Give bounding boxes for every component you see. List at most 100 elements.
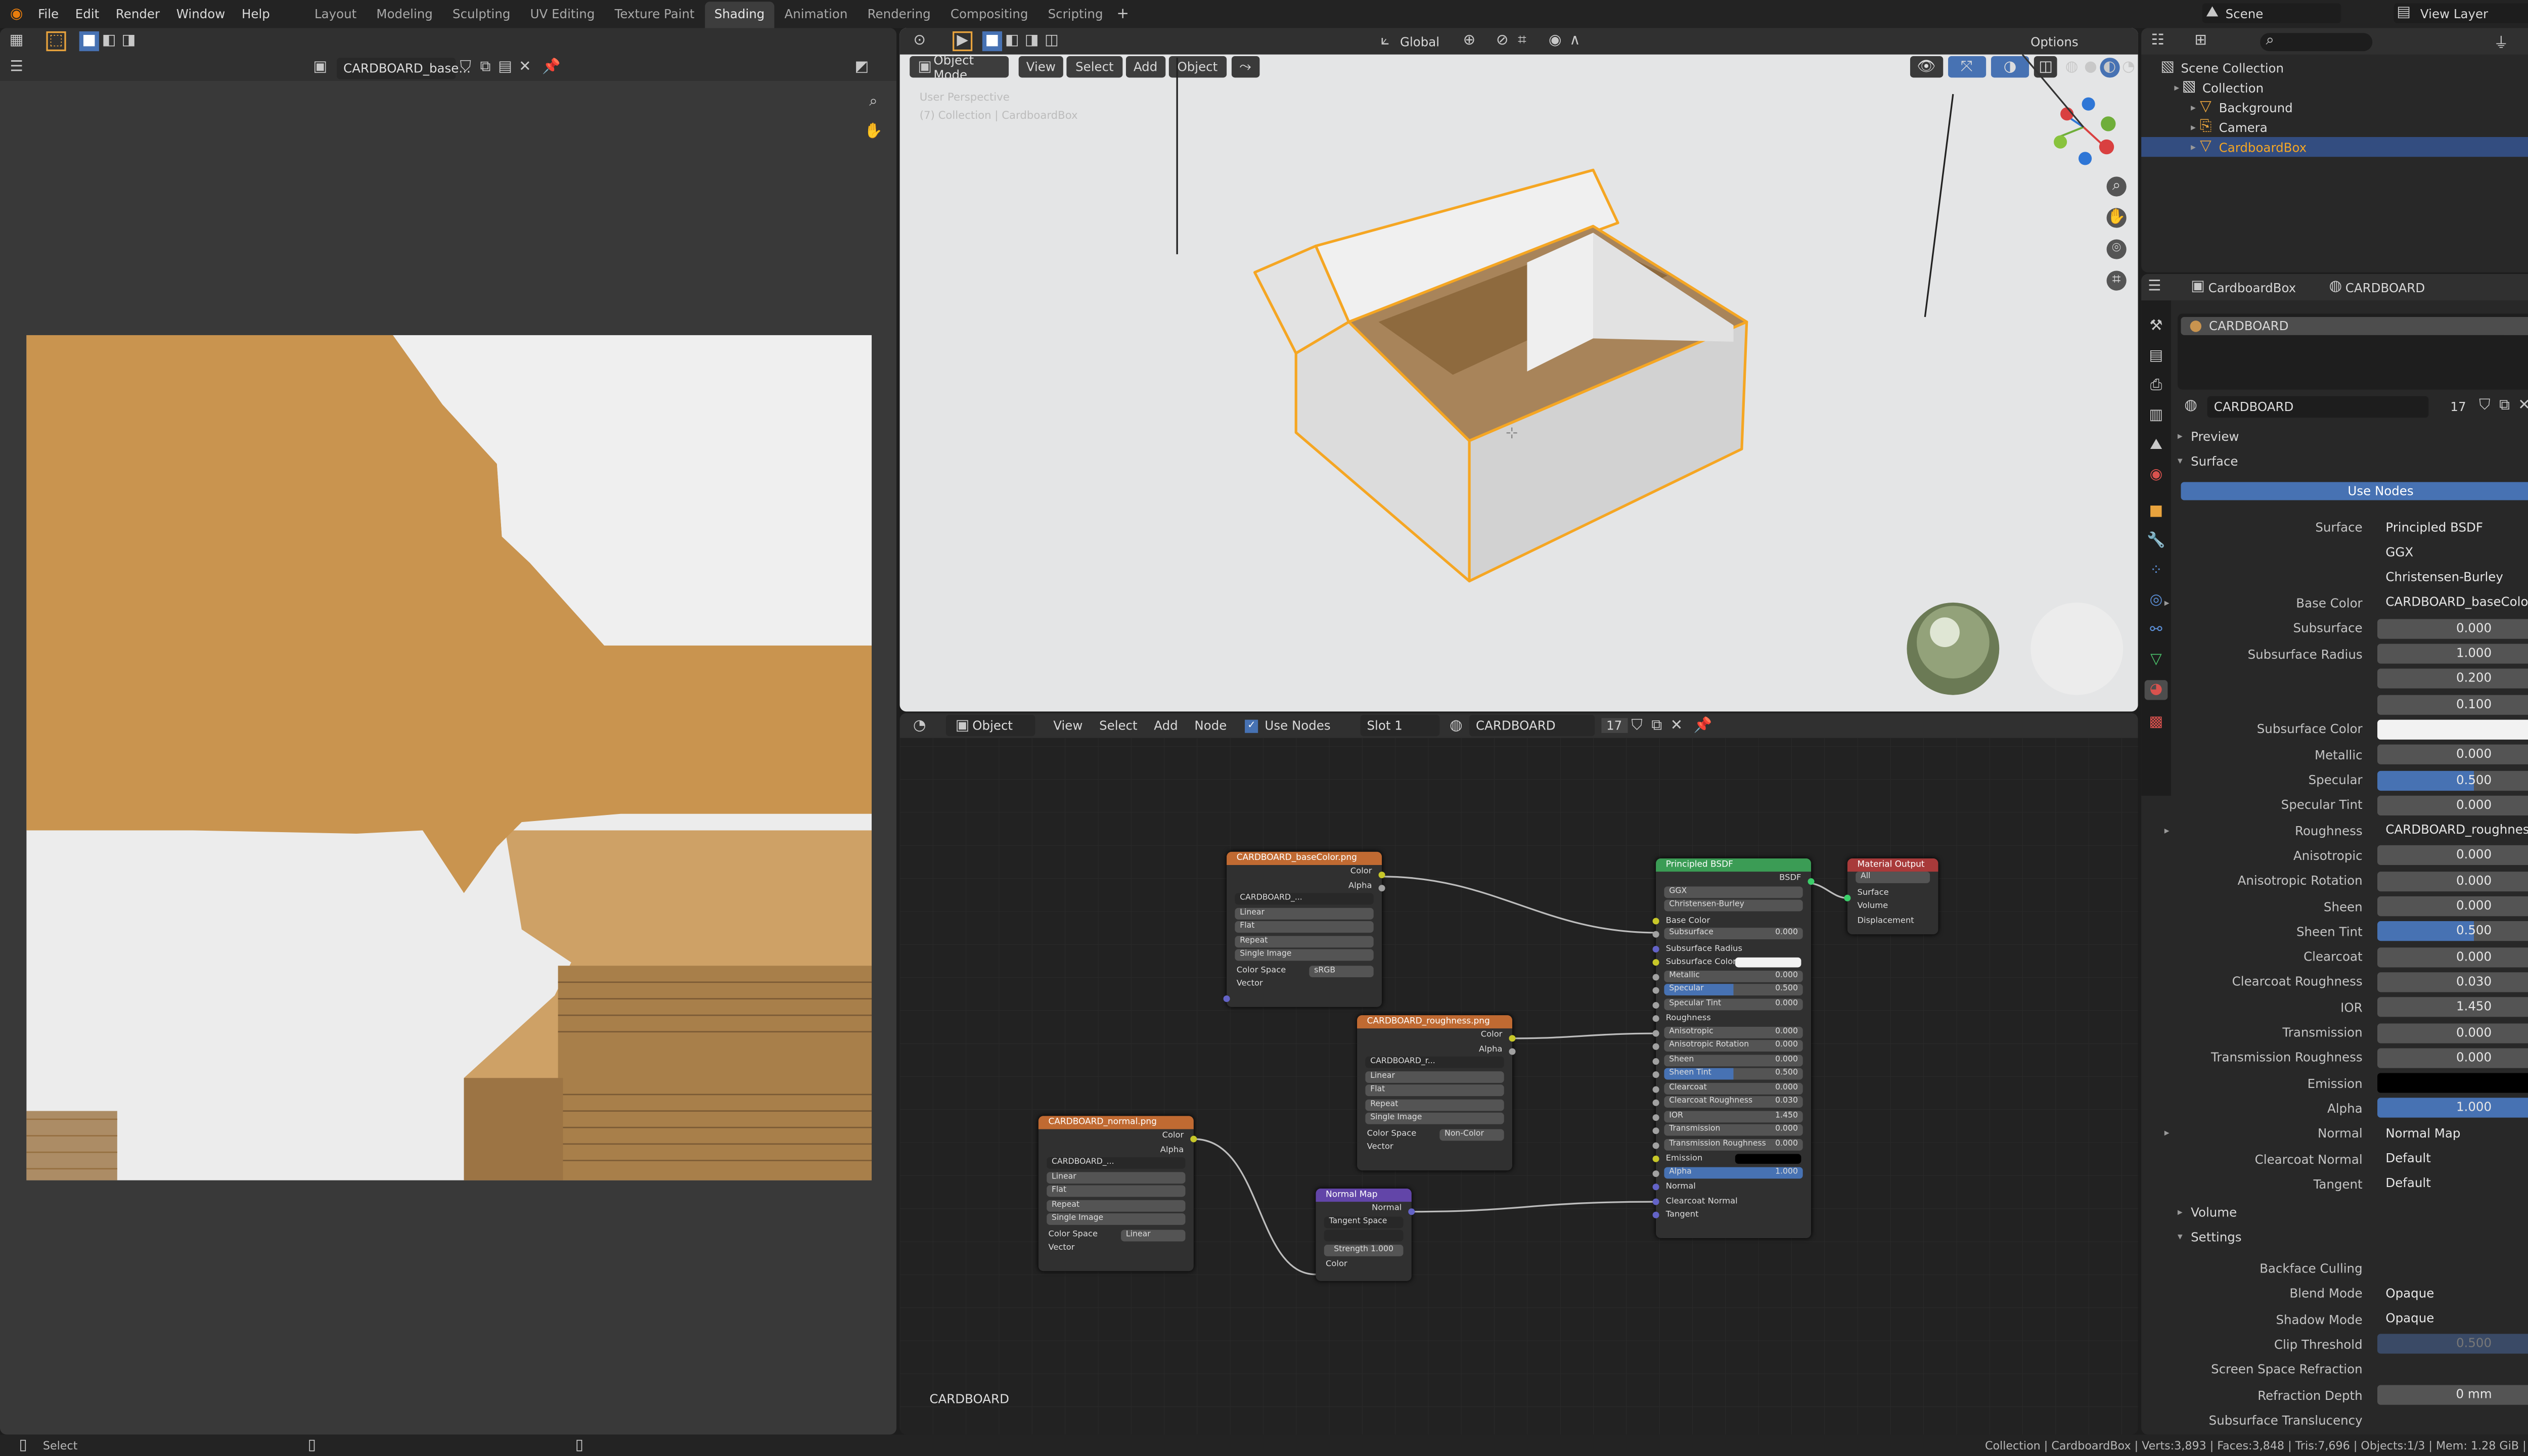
display-mode-icon[interactable]: ⊞: [2191, 31, 2210, 51]
bsdf-input-row[interactable]: Transmission Roughness 0.000: [1652, 1138, 1811, 1152]
workspace-tab-shading[interactable]: Shading: [704, 2, 775, 28]
bsdf-input-row[interactable]: Anisotropic 0.000: [1652, 1026, 1811, 1040]
socket[interactable]: [1808, 878, 1815, 885]
menu-icon[interactable]: ☰: [7, 58, 26, 77]
workspace-tab-modeling[interactable]: Modeling: [367, 2, 443, 28]
unlink-material-icon[interactable]: ✕: [2514, 396, 2528, 416]
blender-logo-icon[interactable]: ◉: [7, 4, 26, 24]
socket[interactable]: [1844, 894, 1851, 901]
bsdf-input-row[interactable]: Clearcoat Roughness 0.030: [1652, 1096, 1811, 1110]
fake-user-icon[interactable]: ⛉: [456, 58, 475, 77]
property-field[interactable]: 0.500: [2377, 770, 2528, 790]
scene-tab-icon[interactable]: ⛰: [2146, 436, 2166, 456]
property-field[interactable]: [2377, 1073, 2528, 1093]
socket[interactable]: [1652, 1155, 1659, 1162]
volume-panel-header[interactable]: ▸ Volume: [2178, 1205, 2237, 1220]
property-field[interactable]: 0.000: [2377, 618, 2528, 639]
bsdf-input-row[interactable]: Sheen 0.000: [1652, 1054, 1811, 1068]
bsdf-input-row[interactable]: Base Color: [1652, 914, 1811, 928]
settings-panel-header[interactable]: ▾ Settings: [2178, 1230, 2242, 1245]
pin-icon[interactable]: 📌: [541, 58, 561, 77]
bsdf-input-slider[interactable]: Clearcoat Roughness 0.030: [1664, 1096, 1803, 1108]
socket[interactable]: [1652, 1085, 1659, 1092]
menu-window[interactable]: Window: [168, 7, 233, 21]
property-field[interactable]: 1.000: [2377, 1098, 2528, 1118]
preview-panel-header[interactable]: ▸ Preview: [2178, 429, 2239, 444]
workspace-tab-uv-editing[interactable]: UV Editing: [520, 2, 605, 28]
property-field[interactable]: GGX: [2377, 542, 2528, 563]
color-swatch[interactable]: [1735, 957, 1801, 968]
property-field[interactable]: 0.000: [2377, 745, 2528, 765]
unlink-image-icon[interactable]: ✕: [515, 58, 535, 77]
scene-selector[interactable]: ⛰ Scene: [2202, 3, 2341, 23]
outliner-item-collection[interactable]: ▸▧Collection👁: [2141, 77, 2528, 97]
image-selector[interactable]: CARDBOARD_...: [1047, 1157, 1186, 1169]
socket[interactable]: [1652, 1184, 1659, 1191]
editor-type-icon[interactable]: ☷: [2148, 31, 2168, 51]
property-field[interactable]: 0.000: [2377, 846, 2528, 866]
property-field[interactable]: 0 mm: [2377, 1385, 2528, 1405]
property-field[interactable]: 0.500: [2377, 1334, 2528, 1354]
bsdf-input-slider[interactable]: Transmission Roughness 0.000: [1664, 1138, 1803, 1150]
bsdf-input-slider[interactable]: Subsurface 0.000: [1664, 928, 1803, 939]
principled-bsdf-node[interactable]: Principled BSDF BSDF GGX Christensen-Bur…: [1652, 858, 1815, 1238]
perspective-toggle-icon[interactable]: ⌗: [2106, 270, 2127, 291]
workspace-tab-compositing[interactable]: Compositing: [940, 2, 1038, 28]
duplicate-material-icon[interactable]: ⧉: [2495, 396, 2514, 416]
workspace-tab-scripting[interactable]: Scripting: [1038, 2, 1113, 28]
outliner-item-background[interactable]: ▸▽Background👁: [2141, 98, 2528, 117]
image-selector[interactable]: CARDBOARD_r...: [1365, 1056, 1504, 1068]
bsdf-input-slider[interactable]: Anisotropic Rotation 0.000: [1664, 1040, 1803, 1052]
bsdf-input-slider[interactable]: Specular 0.500: [1664, 984, 1803, 995]
render-tab-icon[interactable]: ▤: [2146, 347, 2166, 367]
property-field[interactable]: 0.000: [2377, 1048, 2528, 1068]
material-output-node[interactable]: Material Output All Surface Volume Displ…: [1844, 858, 1938, 935]
workspace-tab-animation[interactable]: Animation: [775, 2, 857, 28]
open-image-icon[interactable]: ▤: [495, 58, 515, 77]
bsdf-input-slider[interactable]: IOR 1.450: [1664, 1110, 1803, 1122]
socket[interactable]: [1652, 1141, 1659, 1149]
tool-tab-icon[interactable]: ⚒: [2146, 317, 2166, 337]
menu-edit[interactable]: Edit: [67, 7, 107, 21]
socket[interactable]: [1652, 1043, 1659, 1050]
color-space-select[interactable]: sRGB: [1309, 965, 1374, 977]
material-user-count[interactable]: 17: [2442, 399, 2474, 414]
color-space-select[interactable]: Non-Color: [1439, 1128, 1504, 1140]
view-layer-selector[interactable]: ▤ View Layer: [2394, 3, 2528, 23]
image-name-field[interactable]: CARDBOARD_base...: [337, 57, 471, 79]
extension-select[interactable]: Repeat: [1047, 1199, 1186, 1211]
world-tab-icon[interactable]: ◉: [2146, 466, 2166, 485]
bsdf-input-row[interactable]: Clearcoat Normal: [1652, 1194, 1811, 1208]
bsdf-input-row[interactable]: Subsurface Color: [1652, 956, 1811, 970]
property-field[interactable]: 0.030: [2377, 972, 2528, 992]
select-subtract-icon[interactable]: ◨: [119, 31, 139, 51]
expand-icon[interactable]: ▸: [2174, 82, 2179, 94]
property-field[interactable]: 0.200: [2377, 669, 2528, 689]
property-field[interactable]: Default: [2377, 1174, 2528, 1194]
duplicate-image-icon[interactable]: ⧉: [475, 58, 495, 77]
outliner-item-camera[interactable]: ▸⎘Camera👁: [2141, 117, 2528, 137]
extension-select[interactable]: Repeat: [1365, 1099, 1504, 1110]
viewport-pan-icon[interactable]: ✋: [2106, 208, 2127, 228]
socket[interactable]: [1190, 1135, 1197, 1143]
image-texture-node-roughness[interactable]: CARDBOARD_roughness.png Color Alpha CARD…: [1357, 1015, 1516, 1171]
expand-icon[interactable]: ▸: [2191, 141, 2196, 153]
property-field[interactable]: Christensen-Burley: [2377, 568, 2528, 588]
socket[interactable]: [1509, 1048, 1516, 1055]
bsdf-input-slider[interactable]: Metallic 0.000: [1664, 970, 1803, 982]
bsdf-input-slider[interactable]: Sheen Tint 0.500: [1664, 1068, 1803, 1080]
property-field[interactable]: CARDBOARD_baseColor.png: [2377, 593, 2528, 613]
socket[interactable]: [1223, 995, 1230, 1003]
property-field[interactable]: 0.500: [2377, 922, 2528, 942]
select-tool-icon[interactable]: ⬚: [46, 31, 66, 52]
bsdf-input-row[interactable]: Roughness: [1652, 1012, 1811, 1026]
property-field[interactable]: 0.000: [2377, 871, 2528, 891]
bsdf-input-slider[interactable]: Specular Tint 0.000: [1664, 997, 1803, 1010]
socket[interactable]: [1378, 885, 1385, 892]
property-field[interactable]: 0.100: [2377, 694, 2528, 714]
target-select[interactable]: All: [1856, 872, 1930, 883]
socket[interactable]: [1652, 945, 1659, 952]
socket[interactable]: [1509, 1035, 1516, 1042]
editor-type-icon[interactable]: ☰: [2148, 278, 2161, 297]
socket[interactable]: [1652, 1015, 1659, 1022]
